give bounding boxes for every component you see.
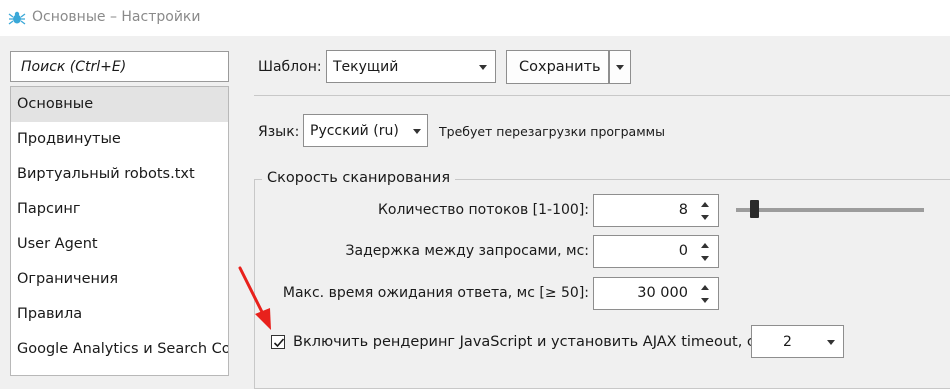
chevron-down-icon [616,65,624,70]
chevron-down-icon [827,340,835,345]
ajax-timeout-value: 2 [783,334,792,350]
stepper-up-icon[interactable] [701,202,709,207]
js-rendering-label: Включить рендеринг JavaScript и установи… [293,334,760,350]
language-select-value: Русский (ru) [310,123,399,139]
stepper-down-icon[interactable] [701,215,709,220]
sidebar-item-rules[interactable]: Правила [11,297,228,332]
red-arrow-annotation-icon [238,266,271,330]
window-title: Основные – Настройки [32,9,201,25]
sidebar-item-virtual-robots[interactable]: Виртуальный robots.txt [11,157,228,192]
threads-label: Количество потоков [1-100]: [377,202,589,218]
stepper-down-icon[interactable] [701,256,709,261]
section-divider [254,95,950,96]
sidebar-item-general[interactable]: Основные [11,87,228,122]
search-input[interactable] [11,52,228,81]
ajax-timeout-select[interactable]: 2 [751,325,844,358]
threads-slider-thumb[interactable] [750,200,759,218]
crawl-speed-title: Скорость сканирования [262,170,456,186]
delay-stepper[interactable]: 0 [593,235,719,268]
delay-value: 0 [678,243,688,259]
template-select-value: Текущий [333,59,399,75]
delay-label: Задержка между запросами, мс: [345,243,589,259]
sidebar-item-advanced[interactable]: Продвинутые [11,122,228,157]
language-label: Язык: [258,124,300,140]
sidebar-item-user-agent[interactable]: User Agent [11,227,228,262]
threads-value: 8 [678,202,688,218]
stepper-up-icon[interactable] [701,285,709,290]
js-rendering-checkbox[interactable] [271,335,285,349]
threads-slider-track[interactable] [736,208,924,212]
checkmark-icon [273,338,285,348]
settings-sidebar: Основные Продвинутые Виртуальный robots.… [10,86,229,376]
search-box[interactable] [10,51,229,82]
chevron-down-icon [479,65,487,70]
stepper-down-icon[interactable] [701,298,709,303]
save-options-dropdown[interactable] [609,50,631,84]
timeout-value: 30 000 [637,285,688,301]
sidebar-item-google-analytics[interactable]: Google Analytics и Search Console [11,332,228,367]
spider-logo-icon [8,11,26,25]
sidebar-item-parsing[interactable]: Парсинг [11,192,228,227]
sidebar-item-limits[interactable]: Ограничения [11,262,228,297]
title-bar: Основные – Настройки [0,0,950,36]
save-template-button-label: Сохранить [519,59,601,75]
stepper-up-icon[interactable] [701,243,709,248]
timeout-label: Макс. время ожидания ответа, мс [≥ 50]: [282,285,589,301]
chevron-down-icon [413,129,421,134]
threads-stepper[interactable]: 8 [593,194,719,227]
save-template-button[interactable]: Сохранить [506,50,609,84]
template-select[interactable]: Текущий [326,50,496,83]
timeout-stepper[interactable]: 30 000 [593,277,719,310]
template-label: Шаблон: [258,59,322,75]
language-select[interactable]: Русский (ru) [303,114,428,147]
language-restart-note: Требует перезагрузки программы [439,124,665,139]
